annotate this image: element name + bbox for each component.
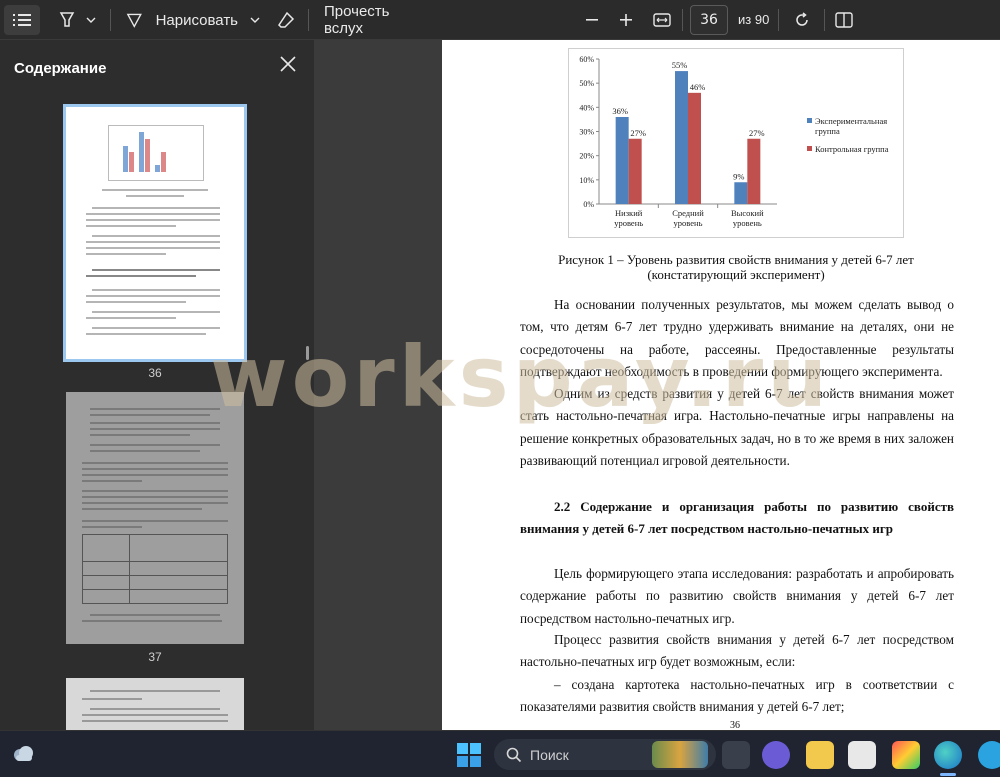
- windows-icon: [457, 743, 481, 767]
- telegram-icon[interactable]: [978, 741, 1000, 769]
- legend-swatch: [807, 118, 812, 123]
- bar: [628, 138, 642, 204]
- chevron-down-icon: [86, 17, 96, 23]
- y-tick-label: 0%: [583, 200, 594, 209]
- bar-chart: 0%10%20%30%40%50%60%36%27%Низкийуровень5…: [579, 55, 889, 228]
- rotate-icon: [796, 12, 808, 26]
- y-tick-label: 30%: [579, 128, 594, 137]
- y-tick-label: 50%: [579, 79, 594, 88]
- data-label: 46%: [690, 82, 706, 92]
- bar: [675, 71, 688, 204]
- figure-caption-line-1: Рисунок 1 – Уровень развития свойств вни…: [558, 252, 914, 267]
- weather-widget[interactable]: [10, 743, 36, 765]
- x-tick-label: Высокий: [731, 208, 764, 218]
- fit-width-icon: [653, 13, 671, 27]
- erase-button[interactable]: [272, 5, 300, 35]
- pen-icon: [126, 13, 142, 28]
- legend-label: группа: [815, 126, 840, 136]
- zoom-out-button[interactable]: [578, 5, 606, 35]
- x-tick-label: уровень: [674, 218, 703, 228]
- eraser-icon: [278, 11, 295, 28]
- x-tick-label: уровень: [733, 218, 762, 228]
- fit-width-button[interactable]: [648, 5, 676, 35]
- sidebar-close-button[interactable]: [278, 54, 300, 76]
- draw-button[interactable]: Нарисовать: [126, 5, 238, 35]
- page-number-input[interactable]: 36: [690, 5, 728, 35]
- figure-caption-line-2: (констатирующий эксперимент): [647, 267, 825, 282]
- cloud-icon: [14, 746, 33, 761]
- thumbnail-page-36[interactable]: [63, 104, 247, 362]
- thumbnail-page-38[interactable]: [66, 678, 244, 730]
- top-toolbar: Нарисовать Прочесть вслух 36 из 90: [0, 0, 1000, 40]
- legend-label: Контрольная группа: [815, 144, 889, 154]
- data-label: 55%: [672, 60, 688, 70]
- draw-dropdown[interactable]: [246, 5, 264, 35]
- sidebar-title: Содержание: [14, 60, 107, 77]
- highlighter-icon: [59, 12, 75, 27]
- paragraph-text: Цель формирующего этапа исследования: ра…: [520, 566, 954, 626]
- zoom-in-button[interactable]: [612, 5, 640, 35]
- read-aloud-button[interactable]: Прочесть вслух: [318, 3, 430, 37]
- thumbnail-label: 37: [148, 650, 162, 664]
- draw-label: Нарисовать: [155, 11, 238, 29]
- paragraph-text: – создана картотека настольно-печатных и…: [520, 677, 954, 715]
- close-icon: [280, 56, 296, 72]
- paragraph-goal: Цель формирующего этапа исследования: ра…: [520, 563, 954, 630]
- paragraph-process: Процесс развития свойств внимания у дете…: [520, 629, 954, 674]
- store-icon[interactable]: [848, 741, 876, 769]
- start-button[interactable]: [456, 742, 482, 768]
- read-aloud-label: Прочесть вслух: [324, 3, 390, 37]
- legend-swatch: [807, 146, 812, 151]
- y-tick-label: 20%: [579, 152, 594, 161]
- data-label: 27%: [749, 128, 765, 138]
- rotate-button[interactable]: [788, 5, 816, 35]
- thumbnail-table: [82, 534, 228, 604]
- thumbnail-label: 36: [148, 366, 162, 380]
- file-explorer-icon[interactable]: [806, 741, 834, 769]
- bar: [688, 92, 701, 204]
- bar: [615, 117, 629, 204]
- taskbar-search[interactable]: Поиск: [494, 739, 716, 770]
- app-icon[interactable]: [892, 741, 920, 769]
- highlight-button[interactable]: [54, 5, 80, 35]
- data-label: 9%: [733, 171, 744, 181]
- paragraph-text: Процесс развития свойств внимания у дете…: [520, 632, 954, 670]
- y-tick-label: 40%: [579, 103, 594, 112]
- page-number: 36: [730, 720, 740, 730]
- chart: 0% 10% 20% 30% 40% 50% 60% 36% 27% Низкий уровень 5…: [568, 48, 904, 238]
- search-label: Поиск: [530, 746, 569, 763]
- minus-icon: [586, 19, 598, 21]
- y-tick-label: 60%: [579, 55, 594, 64]
- search-icon: [506, 747, 522, 763]
- task-view-icon[interactable]: [722, 741, 750, 769]
- legend-label: Экспериментальная: [815, 116, 887, 126]
- section-heading: 2.2 Содержание и организация работы по р…: [520, 499, 954, 536]
- chevron-down-icon: [250, 17, 260, 23]
- bar: [734, 182, 748, 204]
- list-icon: [13, 14, 31, 26]
- paragraph-condition: – создана картотека настольно-печатных и…: [520, 674, 954, 719]
- edge-browser-icon[interactable]: [934, 741, 962, 769]
- chat-icon[interactable]: [762, 741, 790, 769]
- active-app-indicator: [940, 773, 956, 776]
- bar: [747, 138, 761, 204]
- x-tick-label: уровень: [614, 218, 643, 228]
- watermark: workspay.ru: [210, 328, 832, 426]
- taskbar: Поиск: [0, 730, 1000, 777]
- data-label: 27%: [630, 128, 646, 138]
- search-highlight-image: [652, 741, 708, 768]
- highlight-dropdown[interactable]: [82, 5, 100, 35]
- page-view-icon: [835, 12, 853, 28]
- thumbnail-image: [66, 107, 244, 359]
- data-label: 36%: [612, 106, 628, 116]
- page-view-button[interactable]: [830, 5, 858, 35]
- thumbnail-chart: [108, 125, 204, 181]
- contents-toggle-button[interactable]: [4, 5, 40, 35]
- x-tick-label: Низкий: [615, 208, 643, 218]
- thumbnail-page-37[interactable]: [66, 392, 244, 644]
- plus-icon: [620, 14, 632, 26]
- page-total: из 90: [738, 12, 770, 27]
- y-tick-label: 10%: [579, 176, 594, 185]
- x-tick-label: Средний: [672, 208, 704, 218]
